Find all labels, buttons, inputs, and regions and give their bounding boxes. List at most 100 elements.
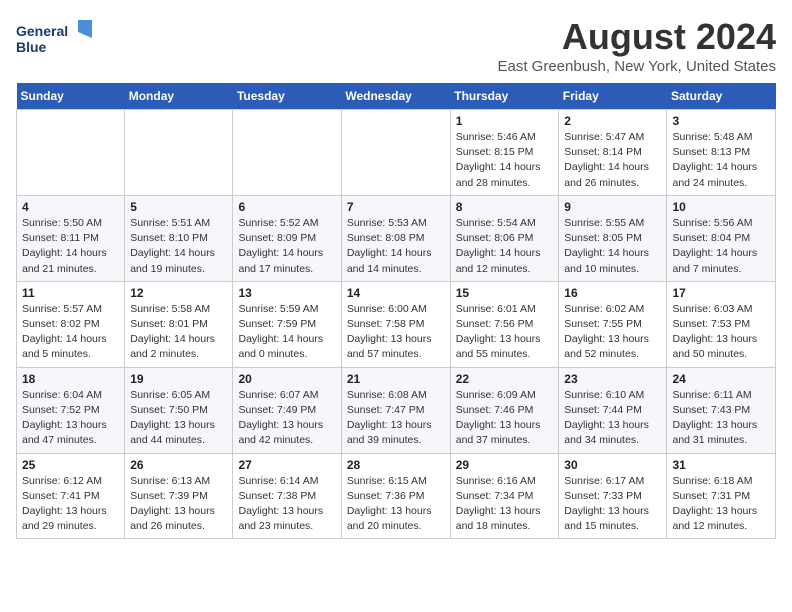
day-number: 25 xyxy=(22,458,119,472)
day-cell-2: 2Sunrise: 5:47 AM Sunset: 8:14 PM Daylig… xyxy=(559,110,667,196)
weekday-header-monday: Monday xyxy=(125,83,233,110)
day-detail: Sunrise: 6:03 AM Sunset: 7:53 PM Dayligh… xyxy=(672,302,770,363)
day-number: 17 xyxy=(672,286,770,300)
title-area: August 2024 East Greenbush, New York, Un… xyxy=(498,16,777,75)
day-cell-24: 24 Sunrise: 6:11 AM Sunset: 7:43 PM Dayli… xyxy=(667,367,776,453)
day-cell-15: 15 Sunrise: 6:01 AM Sunset: 7:56 PM Dayli… xyxy=(450,281,559,367)
day-number: 29 xyxy=(456,458,554,472)
day-number: 23 xyxy=(564,372,661,386)
day-detail: Sunrise: 5:46 AM Sunset: 8:15 PM Dayligh… xyxy=(456,130,554,191)
day-detail: Sunrise: 6:14 AM Sunset: 7:38 PM Dayligh… xyxy=(238,474,335,535)
day-number: 2 xyxy=(564,114,661,128)
day-number: 10 xyxy=(672,200,770,214)
week-row-1: 1Sunrise: 5:46 AM Sunset: 8:15 PM Daylig… xyxy=(17,110,776,196)
day-cell-26: 26 Sunrise: 6:13 AM Sunset: 7:39 PM Dayli… xyxy=(125,453,233,539)
day-cell-10: 10 Sunrise: 5:56 AM Sunset: 8:04 PM Dayli… xyxy=(667,195,776,281)
svg-text:General: General xyxy=(16,23,68,39)
day-number: 18 xyxy=(22,372,119,386)
day-detail: Sunrise: 6:08 AM Sunset: 7:47 PM Dayligh… xyxy=(347,388,445,449)
day-number: 26 xyxy=(130,458,227,472)
week-row-4: 18 Sunrise: 6:04 AM Sunset: 7:52 PM Dayli… xyxy=(17,367,776,453)
day-number: 7 xyxy=(347,200,445,214)
day-detail: Sunrise: 6:01 AM Sunset: 7:56 PM Dayligh… xyxy=(456,302,554,363)
week-row-3: 11 Sunrise: 5:57 AM Sunset: 8:02 PM Dayli… xyxy=(17,281,776,367)
day-number: 8 xyxy=(456,200,554,214)
day-number: 14 xyxy=(347,286,445,300)
day-detail: Sunrise: 6:13 AM Sunset: 7:39 PM Dayligh… xyxy=(130,474,227,535)
day-number: 27 xyxy=(238,458,335,472)
calendar-title: August 2024 xyxy=(498,16,777,58)
day-number: 20 xyxy=(238,372,335,386)
logo: General Blue xyxy=(16,16,96,64)
day-cell-19: 19 Sunrise: 6:05 AM Sunset: 7:50 PM Dayli… xyxy=(125,367,233,453)
day-cell-14: 14 Sunrise: 6:00 AM Sunset: 7:58 PM Dayli… xyxy=(341,281,450,367)
empty-cell xyxy=(233,110,341,196)
day-number: 11 xyxy=(22,286,119,300)
weekday-header-tuesday: Tuesday xyxy=(233,83,341,110)
day-detail: Sunrise: 6:10 AM Sunset: 7:44 PM Dayligh… xyxy=(564,388,661,449)
day-detail: Sunrise: 6:11 AM Sunset: 7:43 PM Dayligh… xyxy=(672,388,770,449)
day-cell-21: 21 Sunrise: 6:08 AM Sunset: 7:47 PM Dayli… xyxy=(341,367,450,453)
day-cell-20: 20Sunrise: 6:07 AM Sunset: 7:49 PM Dayli… xyxy=(233,367,341,453)
day-cell-28: 28 Sunrise: 6:15 AM Sunset: 7:36 PM Dayli… xyxy=(341,453,450,539)
day-number: 24 xyxy=(672,372,770,386)
weekday-header-thursday: Thursday xyxy=(450,83,559,110)
day-number: 12 xyxy=(130,286,227,300)
day-number: 6 xyxy=(238,200,335,214)
day-detail: Sunrise: 5:50 AM Sunset: 8:11 PM Dayligh… xyxy=(22,216,119,277)
day-cell-5: 5 Sunrise: 5:51 AM Sunset: 8:10 PM Daylig… xyxy=(125,195,233,281)
weekday-header-sunday: Sunday xyxy=(17,83,125,110)
day-detail: Sunrise: 5:51 AM Sunset: 8:10 PM Dayligh… xyxy=(130,216,227,277)
day-cell-9: 9Sunrise: 5:55 AM Sunset: 8:05 PM Daylig… xyxy=(559,195,667,281)
day-cell-3: 3Sunrise: 5:48 AM Sunset: 8:13 PM Daylig… xyxy=(667,110,776,196)
day-number: 28 xyxy=(347,458,445,472)
day-cell-4: 4Sunrise: 5:50 AM Sunset: 8:11 PM Daylig… xyxy=(17,195,125,281)
day-detail: Sunrise: 6:18 AM Sunset: 7:31 PM Dayligh… xyxy=(672,474,770,535)
day-detail: Sunrise: 5:54 AM Sunset: 8:06 PM Dayligh… xyxy=(456,216,554,277)
day-detail: Sunrise: 6:02 AM Sunset: 7:55 PM Dayligh… xyxy=(564,302,661,363)
day-detail: Sunrise: 6:16 AM Sunset: 7:34 PM Dayligh… xyxy=(456,474,554,535)
day-number: 31 xyxy=(672,458,770,472)
day-detail: Sunrise: 5:59 AM Sunset: 7:59 PM Dayligh… xyxy=(238,302,335,363)
svg-text:Blue: Blue xyxy=(16,39,47,55)
day-detail: Sunrise: 5:53 AM Sunset: 8:08 PM Dayligh… xyxy=(347,216,445,277)
day-detail: Sunrise: 6:04 AM Sunset: 7:52 PM Dayligh… xyxy=(22,388,119,449)
day-number: 15 xyxy=(456,286,554,300)
day-detail: Sunrise: 5:56 AM Sunset: 8:04 PM Dayligh… xyxy=(672,216,770,277)
day-detail: Sunrise: 6:00 AM Sunset: 7:58 PM Dayligh… xyxy=(347,302,445,363)
day-detail: Sunrise: 6:09 AM Sunset: 7:46 PM Dayligh… xyxy=(456,388,554,449)
day-number: 19 xyxy=(130,372,227,386)
day-cell-22: 22Sunrise: 6:09 AM Sunset: 7:46 PM Dayli… xyxy=(450,367,559,453)
day-cell-7: 7 Sunrise: 5:53 AM Sunset: 8:08 PM Daylig… xyxy=(341,195,450,281)
day-number: 21 xyxy=(347,372,445,386)
day-number: 13 xyxy=(238,286,335,300)
day-cell-13: 13 Sunrise: 5:59 AM Sunset: 7:59 PM Dayli… xyxy=(233,281,341,367)
day-cell-31: 31 Sunrise: 6:18 AM Sunset: 7:31 PM Dayli… xyxy=(667,453,776,539)
calendar-table: SundayMondayTuesdayWednesdayThursdayFrid… xyxy=(16,83,776,539)
weekday-header-wednesday: Wednesday xyxy=(341,83,450,110)
day-detail: Sunrise: 6:05 AM Sunset: 7:50 PM Dayligh… xyxy=(130,388,227,449)
day-number: 9 xyxy=(564,200,661,214)
week-row-5: 25Sunrise: 6:12 AM Sunset: 7:41 PM Dayli… xyxy=(17,453,776,539)
day-cell-6: 6 Sunrise: 5:52 AM Sunset: 8:09 PM Daylig… xyxy=(233,195,341,281)
day-detail: Sunrise: 5:48 AM Sunset: 8:13 PM Dayligh… xyxy=(672,130,770,191)
calendar-subtitle: East Greenbush, New York, United States xyxy=(498,58,777,75)
day-cell-1: 1Sunrise: 5:46 AM Sunset: 8:15 PM Daylig… xyxy=(450,110,559,196)
day-detail: Sunrise: 6:15 AM Sunset: 7:36 PM Dayligh… xyxy=(347,474,445,535)
day-detail: Sunrise: 5:57 AM Sunset: 8:02 PM Dayligh… xyxy=(22,302,119,363)
day-cell-30: 30Sunrise: 6:17 AM Sunset: 7:33 PM Dayli… xyxy=(559,453,667,539)
empty-cell xyxy=(17,110,125,196)
day-number: 16 xyxy=(564,286,661,300)
day-cell-12: 12 Sunrise: 5:58 AM Sunset: 8:01 PM Dayli… xyxy=(125,281,233,367)
day-cell-25: 25Sunrise: 6:12 AM Sunset: 7:41 PM Dayli… xyxy=(17,453,125,539)
day-detail: Sunrise: 5:58 AM Sunset: 8:01 PM Dayligh… xyxy=(130,302,227,363)
day-cell-8: 8 Sunrise: 5:54 AM Sunset: 8:06 PM Daylig… xyxy=(450,195,559,281)
logo-svg: General Blue xyxy=(16,16,96,64)
day-cell-17: 17 Sunrise: 6:03 AM Sunset: 7:53 PM Dayli… xyxy=(667,281,776,367)
day-cell-18: 18 Sunrise: 6:04 AM Sunset: 7:52 PM Dayli… xyxy=(17,367,125,453)
day-detail: Sunrise: 6:17 AM Sunset: 7:33 PM Dayligh… xyxy=(564,474,661,535)
day-number: 5 xyxy=(130,200,227,214)
day-detail: Sunrise: 5:52 AM Sunset: 8:09 PM Dayligh… xyxy=(238,216,335,277)
day-cell-16: 16 Sunrise: 6:02 AM Sunset: 7:55 PM Dayli… xyxy=(559,281,667,367)
header: General Blue August 2024 East Greenbush,… xyxy=(16,16,776,75)
